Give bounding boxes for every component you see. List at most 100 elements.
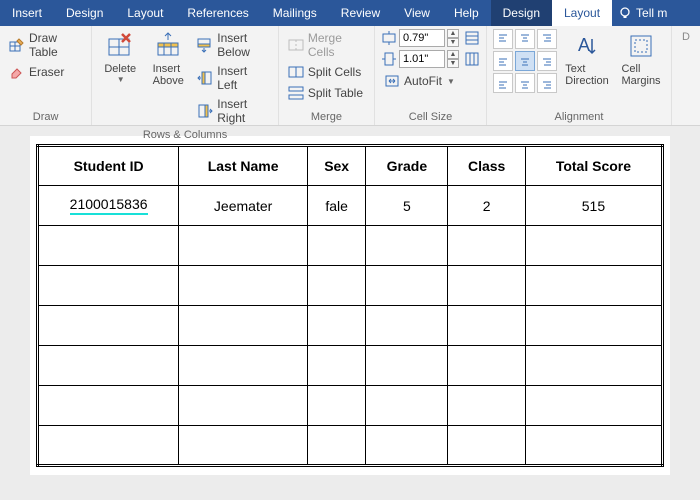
table-cell[interactable] (38, 306, 179, 346)
text-direction-button[interactable]: A TextDirection (561, 29, 613, 109)
table-cell[interactable] (38, 426, 179, 466)
table-cell[interactable] (366, 306, 448, 346)
tell-me[interactable]: Tell m (612, 0, 673, 26)
draw-table-button[interactable]: Draw Table (6, 29, 85, 61)
table-cell[interactable] (308, 226, 366, 266)
table-cell[interactable] (38, 386, 179, 426)
table-cell[interactable]: 2 (448, 186, 525, 226)
split-table-button[interactable]: Split Table (285, 83, 368, 103)
align-bot-center[interactable] (515, 73, 535, 93)
table-row[interactable] (38, 346, 663, 386)
align-bot-right[interactable] (537, 73, 557, 93)
header-last-name[interactable]: Last Name (179, 146, 308, 186)
distribute-cols-icon[interactable] (464, 51, 480, 67)
table-cell[interactable] (179, 426, 308, 466)
table-cell[interactable] (525, 386, 662, 426)
table-cell[interactable] (308, 266, 366, 306)
align-bot-left[interactable] (493, 73, 513, 93)
header-total-score[interactable]: Total Score (525, 146, 662, 186)
insert-below-button[interactable]: Insert Below (194, 29, 272, 61)
table-cell[interactable]: Jeemater (179, 186, 308, 226)
table-row[interactable] (38, 426, 663, 466)
split-cells-button[interactable]: Split Cells (285, 62, 368, 82)
table-cell[interactable]: fale (308, 186, 366, 226)
table-row[interactable] (38, 266, 663, 306)
table-cell[interactable] (525, 226, 662, 266)
header-class[interactable]: Class (448, 146, 525, 186)
table-cell[interactable] (38, 266, 179, 306)
document-area[interactable]: Student ID Last Name Sex Grade Class Tot… (0, 126, 700, 500)
table-cell[interactable] (366, 386, 448, 426)
delete-button[interactable]: Delete ▼ (98, 29, 142, 127)
table-header-row[interactable]: Student ID Last Name Sex Grade Class Tot… (38, 146, 663, 186)
table-cell[interactable] (179, 226, 308, 266)
table-cell[interactable]: 515 (525, 186, 662, 226)
table-row[interactable]: 2100015836Jeematerfale52515 (38, 186, 663, 226)
table-row[interactable] (38, 386, 663, 426)
table-cell[interactable] (525, 426, 662, 466)
table-row[interactable] (38, 306, 663, 346)
student-table[interactable]: Student ID Last Name Sex Grade Class Tot… (36, 144, 664, 467)
align-mid-center[interactable] (515, 51, 535, 71)
table-cell[interactable] (308, 306, 366, 346)
table-cell[interactable] (525, 266, 662, 306)
height-up[interactable]: ▲ (447, 29, 459, 38)
table-cell[interactable]: 5 (366, 186, 448, 226)
align-top-left[interactable] (493, 29, 513, 49)
width-up[interactable]: ▲ (447, 50, 459, 59)
insert-above-button[interactable]: InsertAbove (146, 29, 190, 127)
table-cell[interactable] (448, 426, 525, 466)
header-grade[interactable]: Grade (366, 146, 448, 186)
table-cell[interactable] (448, 266, 525, 306)
table-cell[interactable] (366, 226, 448, 266)
align-top-right[interactable] (537, 29, 557, 49)
row-height-input[interactable] (399, 29, 445, 47)
table-cell[interactable] (525, 306, 662, 346)
tab-table-layout[interactable]: Layout (552, 0, 612, 26)
height-down[interactable]: ▼ (447, 38, 459, 47)
align-mid-left[interactable] (493, 51, 513, 71)
header-student-id[interactable]: Student ID (38, 146, 179, 186)
group-alignment-label: Alignment (493, 109, 665, 125)
header-sex[interactable]: Sex (308, 146, 366, 186)
tab-mailings[interactable]: Mailings (261, 0, 329, 26)
eraser-button[interactable]: Eraser (6, 62, 85, 82)
table-cell[interactable] (525, 346, 662, 386)
tab-references[interactable]: References (175, 0, 260, 26)
table-cell[interactable] (308, 426, 366, 466)
col-width-input[interactable] (399, 50, 445, 68)
table-row[interactable] (38, 226, 663, 266)
table-cell[interactable] (448, 306, 525, 346)
table-cell[interactable] (179, 306, 308, 346)
table-cell[interactable] (179, 266, 308, 306)
tab-view[interactable]: View (392, 0, 442, 26)
merge-cells-button[interactable]: Merge Cells (285, 29, 368, 61)
tab-layout[interactable]: Layout (115, 0, 175, 26)
table-cell[interactable] (366, 426, 448, 466)
cell-margins-button[interactable]: CellMargins (617, 29, 665, 109)
tab-table-design[interactable]: Design (491, 0, 552, 26)
table-cell[interactable] (38, 346, 179, 386)
table-cell[interactable] (179, 386, 308, 426)
table-cell[interactable] (308, 346, 366, 386)
table-cell[interactable] (366, 266, 448, 306)
table-cell[interactable] (308, 386, 366, 426)
table-cell[interactable]: 2100015836 (38, 186, 179, 226)
tab-review[interactable]: Review (329, 0, 392, 26)
tab-design[interactable]: Design (54, 0, 115, 26)
table-cell[interactable] (448, 226, 525, 266)
table-cell[interactable] (366, 346, 448, 386)
insert-right-button[interactable]: Insert Right (194, 95, 272, 127)
distribute-rows-icon[interactable] (464, 30, 480, 46)
table-cell[interactable] (448, 386, 525, 426)
width-down[interactable]: ▼ (447, 59, 459, 68)
table-cell[interactable] (448, 346, 525, 386)
tab-insert[interactable]: Insert (0, 0, 54, 26)
align-mid-right[interactable] (537, 51, 557, 71)
tab-help[interactable]: Help (442, 0, 491, 26)
table-cell[interactable] (38, 226, 179, 266)
table-cell[interactable] (179, 346, 308, 386)
autofit-button[interactable]: AutoFit ▼ (381, 71, 480, 91)
insert-left-button[interactable]: Insert Left (194, 62, 272, 94)
align-top-center[interactable] (515, 29, 535, 49)
